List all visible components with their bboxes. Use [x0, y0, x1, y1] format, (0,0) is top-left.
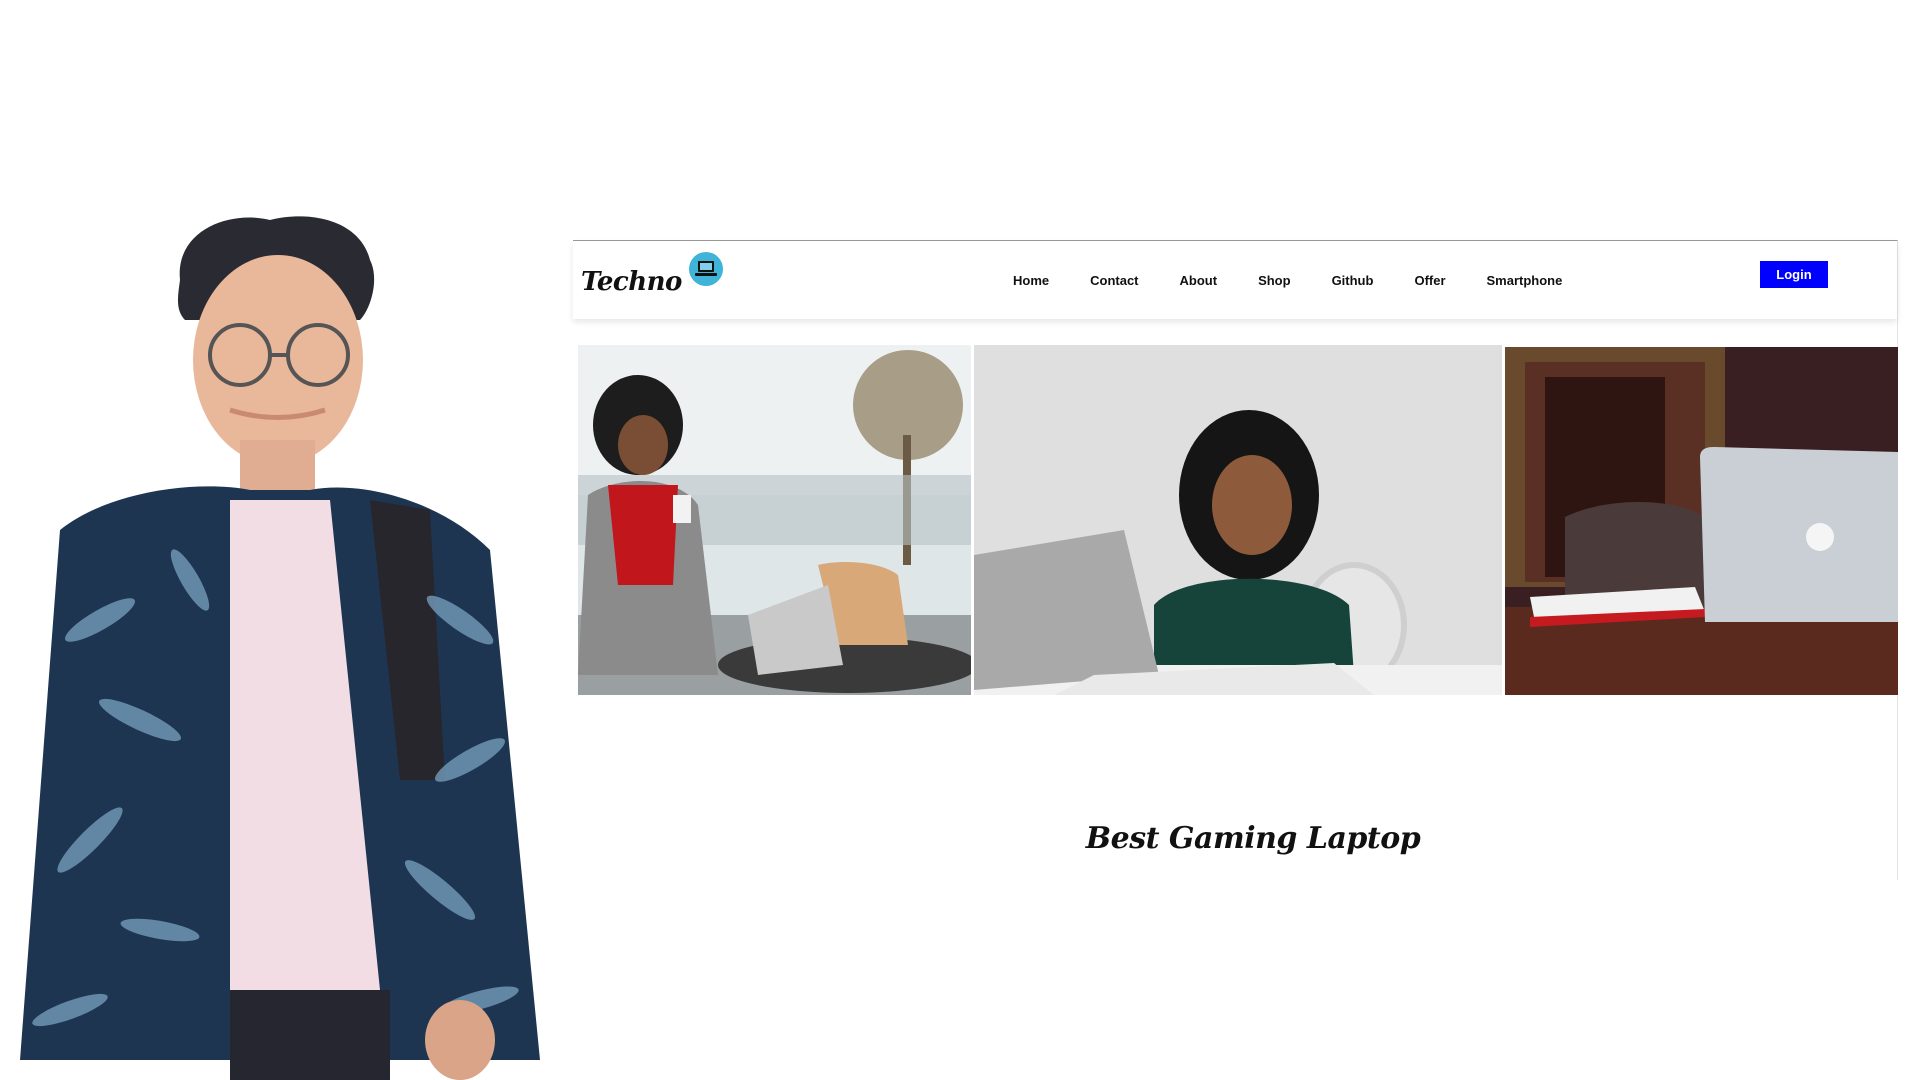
laptop-icon — [688, 251, 724, 287]
gallery-image-woman-cafe — [578, 345, 971, 695]
gallery-image-woman-desk — [974, 345, 1502, 695]
gallery-image-laptop-table — [1505, 347, 1898, 695]
navbar: Techno Home Contact About Shop Github Of… — [573, 241, 1897, 319]
nav-github[interactable]: Github — [1332, 273, 1374, 288]
brand-name: Techno — [581, 267, 682, 297]
nav-shop[interactable]: Shop — [1258, 273, 1291, 288]
section-heading: Best Gaming Laptop — [1085, 821, 1421, 856]
nav-offer[interactable]: Offer — [1414, 273, 1445, 288]
nav-contact[interactable]: Contact — [1090, 273, 1138, 288]
screenshot-canvas: Techno Home Contact About Shop Github Of… — [0, 0, 1920, 1080]
nav-home[interactable]: Home — [1013, 273, 1049, 288]
nav-about[interactable]: About — [1180, 273, 1218, 288]
brand-logo[interactable]: Techno — [581, 251, 724, 301]
website-preview: Techno Home Contact About Shop Github Of… — [573, 240, 1898, 880]
hero-gallery — [578, 345, 1898, 695]
login-button[interactable]: Login — [1760, 261, 1828, 288]
nav-links: Home Contact About Shop Github Offer Sma… — [1013, 273, 1603, 288]
person-photo — [0, 200, 560, 1080]
nav-smartphone[interactable]: Smartphone — [1487, 273, 1563, 288]
